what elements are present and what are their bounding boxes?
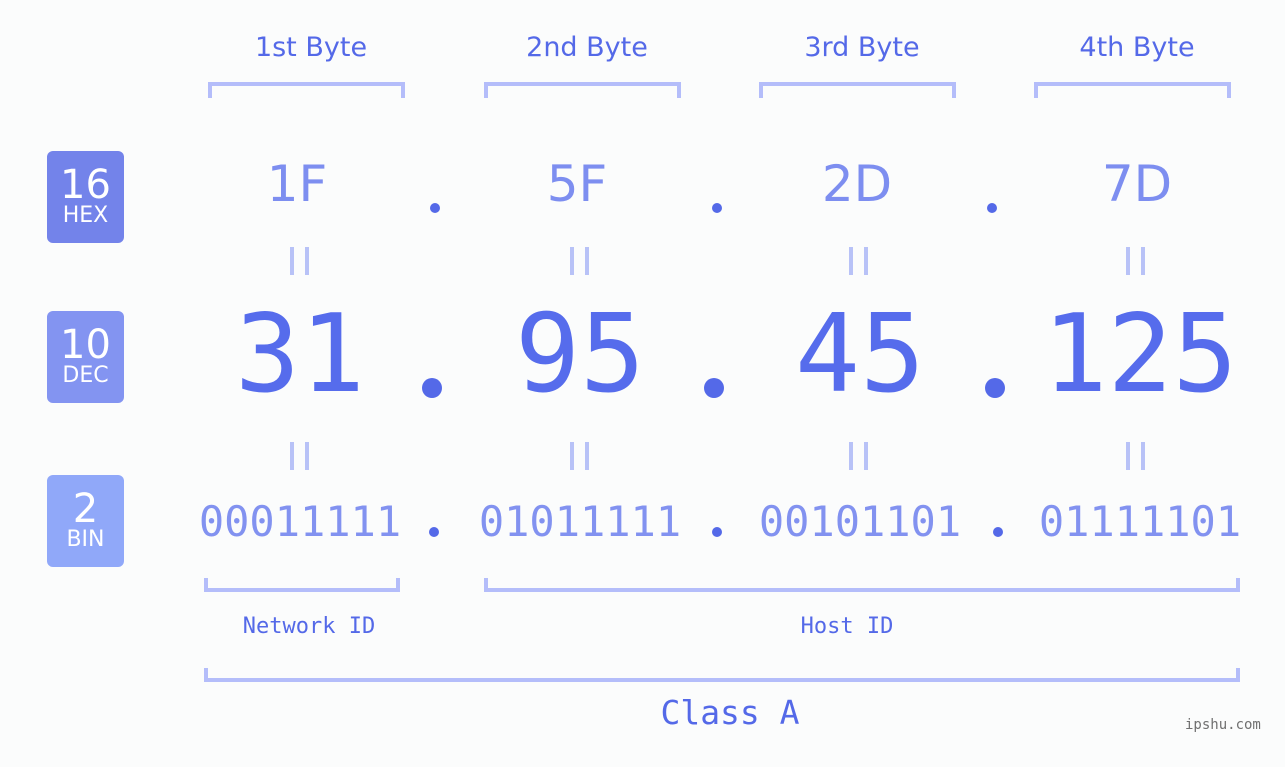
byte-label-1: 1st Byte [254,32,368,63]
bin-byte-3: 00101101 [758,497,962,546]
byte-bracket-3 [759,82,956,98]
dec-byte-3: 45 [794,292,926,417]
bin-byte-4: 01111101 [1038,497,1242,546]
hex-byte-1: 1F [266,155,328,213]
byte-label-3: 3rd Byte [804,32,920,63]
bin-byte-1: 00011111 [198,497,402,546]
equals-marker [290,247,309,275]
class-label: Class A [660,693,800,732]
bin-badge-number: 2 [72,486,99,532]
host-id-bracket [484,578,1240,592]
class-bracket [204,668,1240,682]
equals-marker [1126,442,1145,470]
dec-separator-3 [985,378,1005,398]
host-id-label: Host ID [800,614,894,639]
dec-byte-4: 125 [1042,292,1238,417]
hex-separator-3 [987,203,997,213]
equals-marker [1126,247,1145,275]
equals-marker [570,442,589,470]
hex-separator-1 [430,203,440,213]
byte-bracket-1 [208,82,405,98]
bin-badge: 2 BIN [47,475,124,567]
byte-label-2: 2nd Byte [526,32,648,63]
bin-separator-2 [712,527,722,537]
hex-byte-2: 5F [546,155,608,213]
dec-badge-number: 10 [60,322,111,368]
hex-byte-4: 7D [1101,155,1173,213]
equals-marker [570,247,589,275]
bin-separator-1 [429,527,439,537]
bin-separator-3 [993,527,1003,537]
byte-bracket-2 [484,82,681,98]
network-id-bracket [204,578,400,592]
hex-separator-2 [712,203,722,213]
hex-byte-3: 2D [821,155,893,213]
hex-badge-number: 16 [60,162,111,208]
dec-separator-2 [704,378,724,398]
dec-byte-2: 95 [514,292,646,417]
equals-marker [290,442,309,470]
dec-badge-label: DEC [62,363,109,388]
byte-bracket-4 [1034,82,1231,98]
equals-marker [849,247,868,275]
bin-badge-label: BIN [66,527,105,552]
watermark: ipshu.com [1185,717,1261,733]
hex-badge: 16 HEX [47,151,124,243]
dec-badge: 10 DEC [47,311,124,403]
byte-label-4: 4th Byte [1079,32,1195,63]
dec-byte-1: 31 [234,292,366,417]
dec-separator-1 [422,378,442,398]
equals-marker [849,442,868,470]
hex-badge-label: HEX [62,203,109,228]
bin-byte-2: 01011111 [478,497,682,546]
network-id-label: Network ID [242,614,376,639]
